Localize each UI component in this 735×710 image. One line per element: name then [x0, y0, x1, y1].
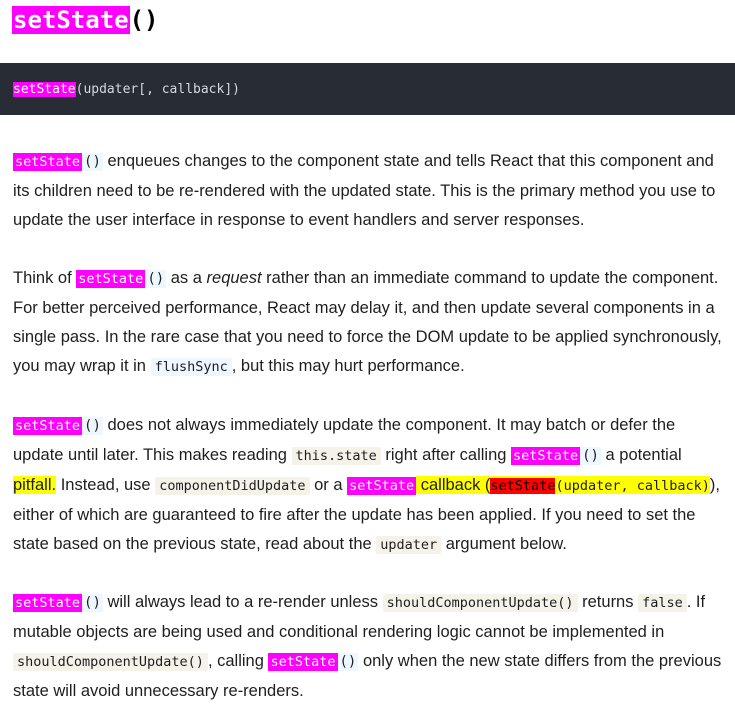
paragraph-2: Think of setState() as a request rather … [13, 269, 722, 376]
flushsync-link[interactable]: flushSync [150, 358, 232, 376]
signature-fn: setState [13, 81, 76, 97]
inline-code-setstate: setState [13, 153, 83, 171]
page-title: setState() [12, 6, 159, 34]
updater-link[interactable]: updater [376, 536, 442, 554]
inline-code-setstate: setState [76, 270, 146, 288]
heading-highlight: setState [12, 6, 130, 34]
pitfall-highlight: pitfall. [13, 476, 57, 494]
paragraph-3: setState() does not always immediately u… [13, 416, 720, 554]
code-signature-block: setState (updater[, callback]) [0, 63, 735, 115]
signature-args: (updater[, callback]) [75, 81, 240, 97]
paragraph-4: setState() will always lead to a re-rend… [13, 593, 722, 700]
callback-highlight: callback (setState(updater, callback) [416, 476, 710, 494]
paragraph-1: setState() enqueues changes to the compo… [13, 152, 716, 229]
